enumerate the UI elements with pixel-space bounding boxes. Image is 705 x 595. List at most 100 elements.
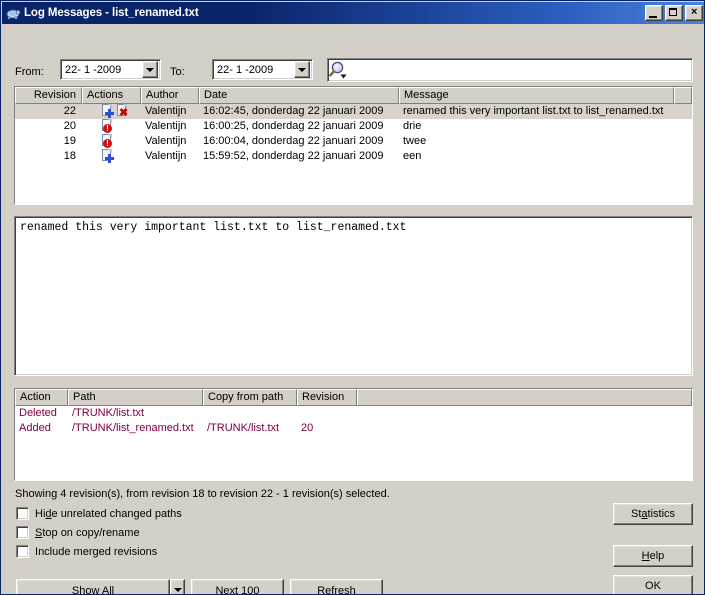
show-all-label: Show All bbox=[72, 585, 114, 595]
column-header-paths-filler[interactable] bbox=[357, 389, 692, 406]
show-all-button[interactable]: Show All bbox=[16, 579, 170, 595]
column-header-actions[interactable]: Actions bbox=[82, 87, 141, 104]
label-post: ll bbox=[109, 584, 115, 595]
ok-button[interactable]: OK bbox=[613, 575, 693, 594]
action-modified-icon: ! bbox=[102, 134, 113, 148]
changed-paths-body[interactable]: Deleted/TRUNK/list.txt Added/TRUNK/list_r… bbox=[15, 406, 692, 480]
column-header-author[interactable]: Author bbox=[141, 87, 199, 104]
include-merged-revisions-checkbox[interactable]: Include merged revisions bbox=[16, 545, 157, 558]
label-pre: Show bbox=[71, 584, 102, 595]
page-fold bbox=[108, 149, 112, 153]
cell-author: Valentijn bbox=[145, 120, 187, 132]
label-post: nclude merged revisions bbox=[38, 545, 158, 558]
revisions-list-body[interactable]: 22 ✖ Valentijn 16:02:45, donderdag 22 janua… bbox=[15, 104, 692, 204]
stop-on-copy-rename-label: Stop on copy/rename bbox=[35, 527, 140, 539]
next-100-label: Next 100 bbox=[215, 585, 259, 595]
title-bar: Log Messages - list_renamed.txt × bbox=[2, 2, 704, 24]
status-text: Showing 4 revision(s), from revision 18 … bbox=[15, 488, 390, 500]
minimize-button[interactable] bbox=[645, 5, 663, 21]
hide-unrelated-paths-checkbox[interactable]: Hide unrelated changed paths bbox=[16, 507, 182, 520]
search-box[interactable] bbox=[327, 58, 693, 82]
cell-copy-from-path: /TRUNK/list.txt bbox=[207, 422, 280, 434]
cell-actions: ! bbox=[82, 134, 141, 149]
cell-actions bbox=[82, 149, 141, 164]
next-100-button[interactable]: Next 100 bbox=[191, 579, 284, 595]
column-header-filler[interactable] bbox=[674, 87, 692, 104]
log-messages-window: Log Messages - list_renamed.txt × From: … bbox=[0, 0, 705, 595]
chevron-down-icon[interactable] bbox=[142, 61, 158, 78]
checkbox-box[interactable] bbox=[16, 526, 29, 539]
exclamation-icon: ! bbox=[103, 124, 112, 133]
page-fold bbox=[108, 104, 112, 108]
help-button[interactable]: Help bbox=[613, 545, 693, 567]
table-row[interactable]: 20! Valentijn 16:00:25, donderdag 22 janua… bbox=[15, 119, 692, 134]
chevron-down-icon[interactable] bbox=[294, 61, 310, 78]
refresh-label: Refresh bbox=[317, 584, 356, 595]
commit-message-box[interactable]: renamed this very important list.txt to … bbox=[14, 216, 693, 376]
revisions-list[interactable]: Revision Actions Author Date Message 22 ✖… bbox=[14, 86, 693, 205]
column-header-revision[interactable]: Revision bbox=[15, 87, 82, 104]
maximize-button[interactable] bbox=[665, 5, 683, 21]
show-all-dropdown-arrow-icon[interactable] bbox=[170, 579, 185, 594]
cell-copy-from-path bbox=[203, 406, 297, 421]
table-row[interactable]: 19! Valentijn 16:00:04, donderdag 22 janua… bbox=[15, 134, 692, 149]
column-header-path[interactable]: Path bbox=[68, 389, 203, 406]
table-row[interactable]: Added/TRUNK/list_renamed.txt/TRUNK/list.… bbox=[15, 421, 692, 436]
action-modified-icon: ! bbox=[102, 119, 113, 133]
label-post: e unrelated changed paths bbox=[51, 507, 182, 520]
plus-icon bbox=[105, 109, 114, 118]
label-post: tistics bbox=[647, 508, 676, 520]
show-all-split-button[interactable]: Show All bbox=[16, 579, 185, 595]
to-date-value: 22- 1 -2009 bbox=[217, 63, 274, 76]
column-header-message[interactable]: Message bbox=[399, 87, 674, 104]
close-button[interactable]: × bbox=[685, 5, 703, 21]
cell-path: /TRUNK/list.txt bbox=[72, 407, 145, 419]
exclamation-icon: ! bbox=[103, 139, 112, 148]
search-icon[interactable] bbox=[328, 59, 350, 81]
statistics-label: Statistics bbox=[631, 508, 675, 520]
column-header-path-revision[interactable]: Revision bbox=[297, 389, 357, 406]
column-header-copy-from-path[interactable]: Copy from path bbox=[203, 389, 297, 406]
label-post: top on copy/rename bbox=[42, 526, 140, 539]
cell-revision: 18 bbox=[63, 150, 76, 162]
changed-paths-list[interactable]: Action Path Copy from path Revision Dele… bbox=[14, 388, 693, 481]
label-post: ext 100 bbox=[223, 584, 260, 595]
column-header-action[interactable]: Action bbox=[15, 389, 68, 406]
to-date-combo[interactable]: 22- 1 -2009 bbox=[212, 59, 313, 80]
page-fold bbox=[108, 119, 112, 123]
stop-on-copy-rename-checkbox[interactable]: Stop on copy/rename bbox=[16, 526, 140, 539]
help-label: Help bbox=[642, 550, 665, 562]
column-header-date[interactable]: Date bbox=[199, 87, 399, 104]
from-date-combo[interactable]: 22- 1 -2009 bbox=[60, 59, 161, 80]
cell-author: Valentijn bbox=[145, 105, 187, 117]
close-icon: × bbox=[690, 6, 698, 18]
cell-message: renamed this very important list.txt to … bbox=[403, 105, 664, 117]
action-added-icon bbox=[102, 104, 114, 118]
table-row[interactable]: Deleted/TRUNK/list.txt bbox=[15, 406, 692, 421]
label-pre: St bbox=[630, 508, 642, 520]
label-mnemonic: H bbox=[641, 550, 650, 562]
statistics-button[interactable]: Statistics bbox=[613, 503, 693, 525]
checkbox-box[interactable] bbox=[16, 545, 29, 558]
revisions-list-header: Revision Actions Author Date Message bbox=[15, 87, 692, 104]
cross-icon: ✖ bbox=[119, 107, 129, 119]
page-fold bbox=[108, 134, 112, 138]
cell-path: /TRUNK/list_renamed.txt bbox=[72, 422, 194, 434]
refresh-button[interactable]: Refresh bbox=[290, 579, 383, 595]
cell-date: 16:02:45, donderdag 22 januari 2009 bbox=[203, 105, 384, 117]
table-row[interactable]: 18 Valentijn 15:59:52, donderdag 22 januar… bbox=[15, 149, 692, 164]
cell-path-action: Added bbox=[19, 422, 51, 434]
changed-paths-header: Action Path Copy from path Revision bbox=[15, 389, 692, 406]
checkbox-box[interactable] bbox=[16, 507, 29, 520]
include-merged-revisions-label: Include merged revisions bbox=[35, 546, 157, 558]
cell-date: 16:00:25, donderdag 22 januari 2009 bbox=[203, 120, 384, 132]
cell-revision: 19 bbox=[63, 135, 76, 147]
from-date-value: 22- 1 -2009 bbox=[65, 63, 122, 76]
cell-actions: ✖ bbox=[82, 104, 141, 119]
tortoise-icon bbox=[5, 5, 21, 21]
cell-message: twee bbox=[403, 135, 427, 147]
cell-actions: ! bbox=[82, 119, 141, 134]
hide-unrelated-paths-label: Hide unrelated changed paths bbox=[35, 508, 182, 520]
label-pre: Hi bbox=[35, 507, 46, 520]
table-row[interactable]: 22 ✖ Valentijn 16:02:45, donderdag 22 janua… bbox=[15, 104, 692, 119]
